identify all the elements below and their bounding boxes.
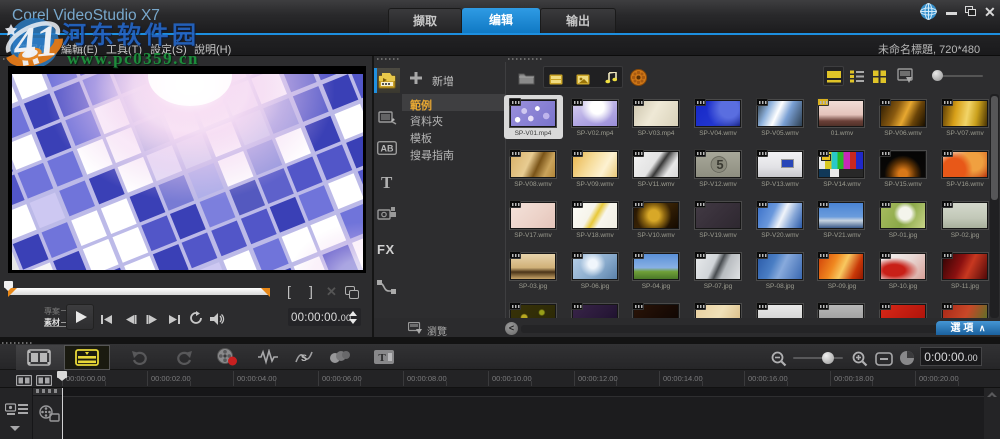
svg-text:S: S xyxy=(301,353,307,363)
svg-text:T: T xyxy=(378,352,386,364)
svg-text:AB: AB xyxy=(381,144,394,154)
svg-text:41: 41 xyxy=(11,16,60,66)
